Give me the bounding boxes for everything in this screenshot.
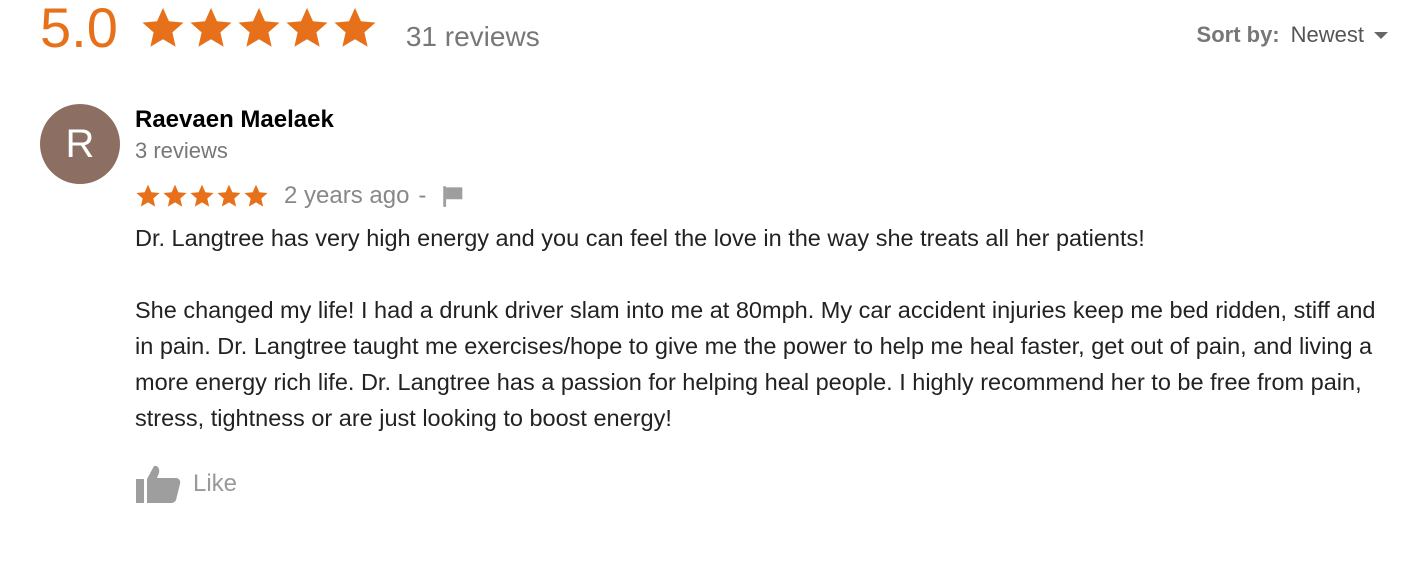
like-label: Like — [193, 470, 238, 497]
average-rating: 5.0 — [40, 0, 118, 59]
star-icon — [136, 184, 160, 207]
sort-label: Sort by: — [1196, 22, 1280, 47]
star-icon — [190, 7, 232, 47]
rating-summary: 5.0 31 reviews — [40, 0, 540, 70]
avatar[interactable]: R — [40, 104, 120, 184]
avatar-initial: R — [65, 121, 95, 166]
total-review-count[interactable]: 31 reviews — [406, 21, 540, 53]
thumbs-up-icon — [136, 465, 181, 503]
review-item: Raevaen Maelaek 3 reviews 2 years ago - … — [135, 104, 1385, 504]
sort-dropdown[interactable]: Sort by: Newest — [1197, 22, 1388, 48]
review-paragraph: She changed my life! I had a drunk drive… — [135, 297, 1376, 431]
star-icon — [238, 7, 280, 47]
review-text: Dr. Langtree has very high energy and yo… — [135, 220, 1385, 436]
star-icon — [334, 7, 376, 47]
star-icon — [142, 7, 184, 47]
flag-icon[interactable] — [440, 183, 466, 209]
reviewer-review-count: 3 reviews — [135, 138, 228, 163]
star-icon — [244, 184, 268, 207]
caret-down-icon[interactable] — [1374, 31, 1388, 39]
meta-separator: - — [418, 182, 427, 209]
star-icon — [286, 7, 328, 47]
sort-value[interactable]: Newest — [1291, 22, 1364, 48]
review-stars — [135, 183, 270, 209]
average-stars — [140, 5, 380, 51]
like-button[interactable]: Like — [135, 464, 1385, 504]
review-paragraph: Dr. Langtree has very high energy and yo… — [135, 225, 1145, 251]
star-icon — [190, 184, 214, 207]
star-icon — [217, 184, 241, 207]
review-meta: 2 years ago - — [135, 180, 1385, 212]
reviewer-name[interactable]: Raevaen Maelaek — [135, 104, 1385, 136]
star-icon — [163, 184, 187, 207]
review-time: 2 years ago — [284, 182, 410, 209]
